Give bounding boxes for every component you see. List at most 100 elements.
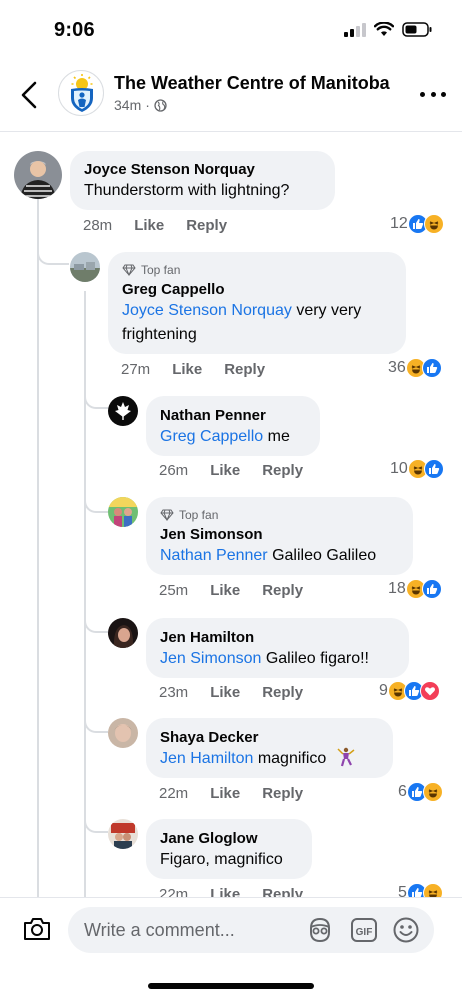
comment-text: Jen Simonson Galileo figaro!! xyxy=(160,647,395,671)
comment-bubble[interactable]: Top fan Greg Cappello Joyce Stenson Norq… xyxy=(108,252,406,354)
profile-photo xyxy=(108,396,138,426)
comment-composer: GIF xyxy=(0,897,462,965)
comment-author[interactable]: Shaya Decker xyxy=(160,728,379,747)
home-indicator[interactable] xyxy=(148,983,314,989)
reaction-summary[interactable]: 12 xyxy=(390,214,444,234)
gif-icon: GIF xyxy=(351,918,377,942)
page-title[interactable]: The Weather Centre of Manitoba xyxy=(114,73,390,94)
avatar-sticker-button[interactable] xyxy=(306,916,334,949)
reply-button[interactable]: Reply xyxy=(262,582,303,599)
emoji-button[interactable] xyxy=(392,916,420,949)
meta-separator: · xyxy=(145,97,150,113)
comment-author[interactable]: Joyce Stenson Norquay xyxy=(84,160,321,179)
comment-time: 28m xyxy=(83,217,113,234)
top-fan-badge: Top fan xyxy=(122,262,392,278)
globe-icon xyxy=(154,98,167,112)
profile-photo xyxy=(108,819,138,849)
comment-text: Greg Cappello me xyxy=(160,425,306,449)
diamond-icon xyxy=(160,509,174,521)
thread-line xyxy=(37,197,39,897)
mention-link[interactable]: Greg Cappello xyxy=(160,428,263,445)
clipped-reply-link xyxy=(164,133,254,137)
top-fan-label: Top fan xyxy=(179,508,219,522)
reply-button[interactable]: Reply xyxy=(262,684,303,701)
post-header: The Weather Centre of Manitoba 34m · xyxy=(0,58,462,132)
comment-bubble[interactable]: Shaya Decker Jen Hamilton magnifico xyxy=(146,718,393,778)
comments-feed[interactable]: Joyce Stenson Norquay Thunderstorm with … xyxy=(0,133,462,897)
thread-connector xyxy=(84,603,108,633)
reaction-summary[interactable]: 6 xyxy=(398,782,443,802)
like-reaction-icon xyxy=(421,579,442,599)
more-options-button[interactable] xyxy=(420,84,446,104)
reaction-summary[interactable]: 36 xyxy=(388,358,442,378)
like-reaction-icon xyxy=(421,358,442,378)
reply-button[interactable]: Reply xyxy=(186,217,227,234)
reply-button[interactable]: Reply xyxy=(224,361,265,378)
comment-author[interactable]: Jen Simonson xyxy=(160,525,399,544)
more-dot xyxy=(441,91,446,97)
top-fan-label: Top fan xyxy=(141,263,181,277)
battery-icon xyxy=(402,22,432,37)
comment-time: 22m xyxy=(159,785,189,802)
like-button[interactable]: Like xyxy=(210,462,240,479)
gif-button[interactable]: GIF xyxy=(350,916,378,949)
comment-author[interactable]: Jane Gloglow xyxy=(160,829,298,848)
comment-time: 22m xyxy=(159,886,189,897)
comment-bubble[interactable]: Top fan Jen Simonson Nathan Penner Galil… xyxy=(146,497,413,575)
thread-connector xyxy=(84,805,108,833)
back-button[interactable] xyxy=(14,78,44,112)
comment-author[interactable]: Jen Hamilton xyxy=(160,628,395,647)
avatar[interactable] xyxy=(108,718,138,748)
like-button[interactable]: Like xyxy=(172,361,202,378)
weather-centre-logo-icon xyxy=(71,74,93,112)
comment-text: Figaro, magnifico xyxy=(160,848,298,872)
reply-button[interactable]: Reply xyxy=(262,886,303,897)
haha-reaction-icon xyxy=(422,883,443,897)
more-dot xyxy=(420,91,425,97)
mention-link[interactable]: Jen Simonson xyxy=(160,650,261,667)
thread-connector xyxy=(37,243,69,265)
smiley-icon xyxy=(393,917,419,943)
mention-link[interactable]: Joyce Stenson Norquay xyxy=(122,302,292,319)
like-button[interactable]: Like xyxy=(210,886,240,897)
reply-button[interactable]: Reply xyxy=(262,462,303,479)
comment-author[interactable]: Nathan Penner xyxy=(160,406,306,425)
like-button[interactable]: Like xyxy=(210,684,240,701)
camera-button[interactable] xyxy=(22,916,52,947)
comment-body: magnifico xyxy=(253,750,327,767)
comment-input[interactable] xyxy=(68,907,434,953)
avatar[interactable] xyxy=(14,151,62,199)
comment-author[interactable]: Greg Cappello xyxy=(122,280,392,299)
reply-button[interactable]: Reply xyxy=(262,785,303,802)
comment-actions: 22m Like Reply xyxy=(159,785,303,802)
like-button[interactable]: Like xyxy=(210,785,240,802)
reaction-summary[interactable]: 9 xyxy=(379,681,440,701)
more-dot xyxy=(430,91,436,97)
chevron-left-icon xyxy=(21,81,37,109)
avatar[interactable] xyxy=(108,497,138,527)
reaction-summary[interactable]: 10 xyxy=(390,459,444,479)
avatar[interactable] xyxy=(70,252,100,282)
status-time: 9:06 xyxy=(54,19,95,41)
like-button[interactable]: Like xyxy=(210,582,240,599)
thread-connector xyxy=(84,485,108,513)
avatar[interactable] xyxy=(108,618,138,648)
signal-icon xyxy=(344,22,366,37)
comment-bubble[interactable]: Joyce Stenson Norquay Thunderstorm with … xyxy=(70,151,335,210)
mention-link[interactable]: Nathan Penner xyxy=(160,547,268,564)
thread-connector xyxy=(84,705,108,733)
reaction-summary[interactable]: 5 xyxy=(398,883,443,897)
comment-bubble[interactable]: Jane Gloglow Figaro, magnifico xyxy=(146,819,312,879)
mention-link[interactable]: Jen Hamilton xyxy=(160,750,253,767)
reaction-count: 10 xyxy=(390,460,408,477)
avatar[interactable] xyxy=(108,819,138,849)
comment-actions: 25m Like Reply xyxy=(159,582,303,599)
reaction-summary[interactable]: 18 xyxy=(388,579,442,599)
comment-bubble[interactable]: Jen Hamilton Jen Simonson Galileo figaro… xyxy=(146,618,409,678)
page-avatar[interactable] xyxy=(58,70,104,116)
comment-bubble[interactable]: Nathan Penner Greg Cappello me xyxy=(146,396,320,456)
profile-photo xyxy=(108,718,138,748)
comment-time: 23m xyxy=(159,684,189,701)
like-button[interactable]: Like xyxy=(134,217,164,234)
avatar[interactable] xyxy=(108,396,138,426)
